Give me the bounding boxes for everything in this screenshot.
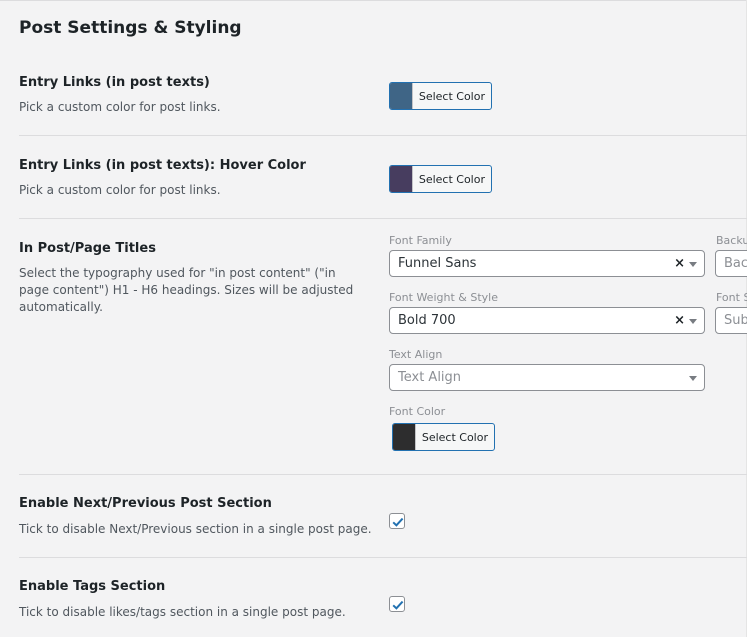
font-family-select[interactable]: Funnel Sans × <box>389 250 705 277</box>
chevron-down-icon <box>689 319 697 324</box>
font-weight-label: Font Weight & Style <box>389 291 498 304</box>
next-prev-description: Tick to disable Next/Previous section in… <box>19 522 372 536</box>
page-title: Post Settings & Styling <box>19 18 242 38</box>
font-family-label: Font Family <box>389 234 452 247</box>
font-subsets-select[interactable]: Sub <box>715 307 747 334</box>
tags-label: Enable Tags Section <box>19 579 166 594</box>
row-separator <box>19 218 747 219</box>
chevron-down-icon <box>689 262 697 267</box>
tags-checkbox[interactable] <box>389 596 405 612</box>
entry-links-hover-label: Entry Links (in post texts): Hover Color <box>19 158 306 173</box>
clear-icon[interactable]: × <box>674 256 685 271</box>
select-color-label: Select Color <box>418 89 485 103</box>
font-color-button[interactable]: Select Color <box>392 423 495 451</box>
post-titles-description: Select the typography used for "in post … <box>19 266 354 314</box>
clear-icon[interactable]: × <box>674 313 685 328</box>
font-subsets-label: Font S <box>716 291 747 304</box>
color-swatch <box>390 83 413 109</box>
text-align-label: Text Align <box>389 348 443 361</box>
row-separator <box>19 557 747 558</box>
backup-font-label: Backu <box>716 234 747 247</box>
font-weight-value: Bold 700 <box>398 313 456 328</box>
chevron-down-icon <box>689 376 697 381</box>
entry-links-label: Entry Links (in post texts) <box>19 75 210 90</box>
next-prev-checkbox[interactable] <box>389 513 405 529</box>
text-align-select[interactable]: Text Align <box>389 364 705 391</box>
color-swatch <box>393 424 416 450</box>
post-titles-label: In Post/Page Titles <box>19 241 156 256</box>
checkmark-icon <box>392 600 404 610</box>
checkmark-icon <box>392 517 404 527</box>
entry-links-hover-color-button[interactable]: Select Color <box>389 165 492 193</box>
font-weight-select[interactable]: Bold 700 × <box>389 307 705 334</box>
select-color-label: Select Color <box>418 172 485 186</box>
entry-links-color-button[interactable]: Select Color <box>389 82 492 110</box>
font-color-label: Font Color <box>389 405 446 418</box>
entry-links-hover-description: Pick a custom color for post links. <box>19 183 221 197</box>
tags-description: Tick to disable likes/tags section in a … <box>19 605 346 619</box>
font-family-value: Funnel Sans <box>398 256 477 271</box>
row-separator <box>19 135 747 136</box>
color-swatch <box>390 166 413 192</box>
backup-font-select[interactable]: Bac <box>715 250 747 277</box>
select-color-label: Select Color <box>421 430 488 444</box>
text-align-placeholder: Text Align <box>398 370 462 385</box>
backup-font-placeholder: Bac <box>724 256 747 271</box>
font-subsets-placeholder: Sub <box>724 313 747 328</box>
entry-links-description: Pick a custom color for post links. <box>19 100 221 114</box>
top-border <box>0 0 747 1</box>
next-prev-label: Enable Next/Previous Post Section <box>19 496 272 511</box>
row-separator <box>19 474 747 475</box>
